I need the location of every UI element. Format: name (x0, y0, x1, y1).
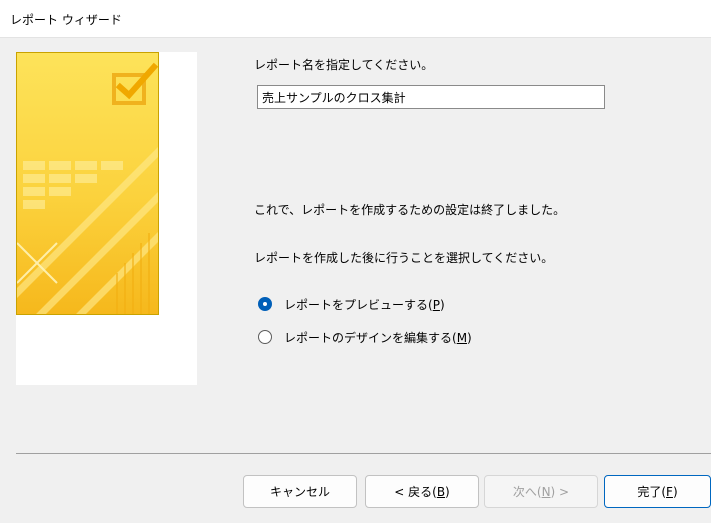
footer-divider (16, 453, 711, 454)
edit-design-radio[interactable] (258, 330, 272, 344)
finish-button[interactable]: 完了(F) (604, 475, 711, 508)
completion-message: これで、レポートを作成するための設定は終了しました。 (254, 203, 566, 217)
wizard-illustration-panel (16, 52, 197, 385)
checkbox-check-icon (112, 62, 158, 105)
report-name-input[interactable] (257, 85, 605, 109)
back-button[interactable]: < 戻る(B) (365, 475, 479, 508)
report-name-prompt: レポート名を指定してください。 (254, 58, 434, 72)
next-button[interactable]: 次へ(N) > (484, 475, 598, 508)
preview-report-radio[interactable] (258, 297, 272, 311)
preview-report-option[interactable]: レポートをプレビューする(P) (258, 294, 445, 314)
next-action-prompt: レポートを作成した後に行うことを選択してください。 (254, 251, 554, 265)
report-illustration (16, 52, 159, 315)
edit-design-option[interactable]: レポートのデザインを編集する(M) (258, 327, 472, 347)
edit-design-label: レポートのデザインを編集する(M) (284, 330, 472, 345)
title-bar: レポート ウィザード (0, 0, 711, 38)
cancel-button[interactable]: キャンセル (243, 475, 357, 508)
window-title: レポート ウィザード (10, 13, 122, 27)
preview-report-label: レポートをプレビューする(P) (284, 297, 445, 312)
